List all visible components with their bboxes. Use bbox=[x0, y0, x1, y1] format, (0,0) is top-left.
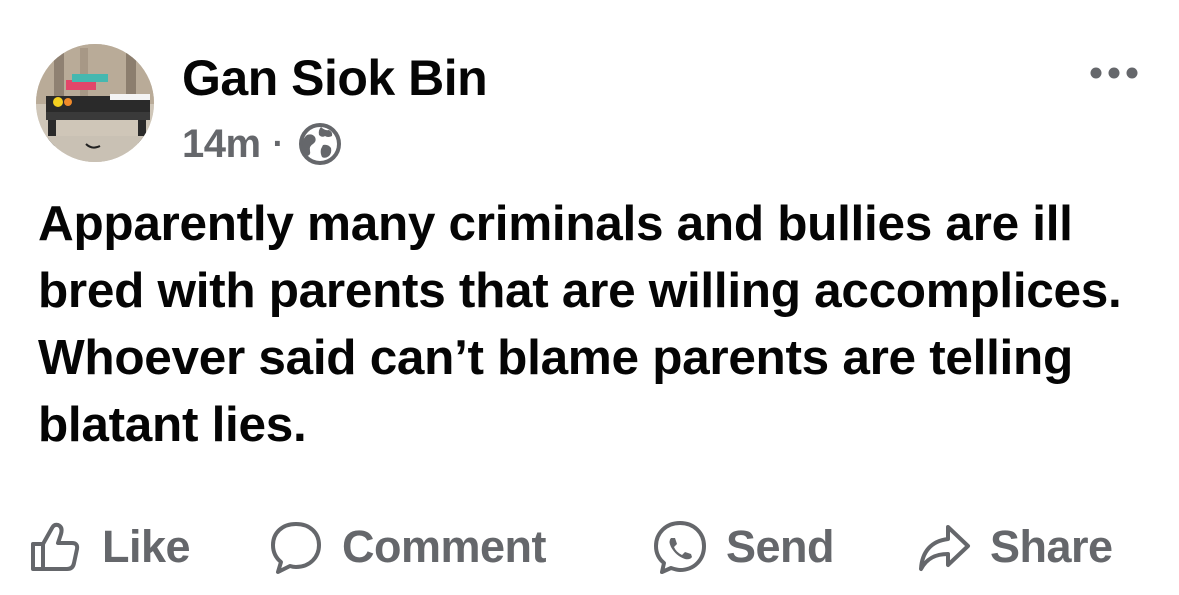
post-text: Apparently many criminals and bullies ar… bbox=[38, 196, 1122, 452]
comment-bubble-icon bbox=[268, 519, 324, 575]
more-options-icon[interactable] bbox=[1088, 62, 1140, 84]
post-timestamp[interactable]: 14m bbox=[182, 122, 261, 167]
post-meta: 14m · bbox=[182, 116, 343, 172]
thumbs-up-icon bbox=[28, 519, 84, 575]
meta-separator: · bbox=[272, 124, 284, 163]
messenger-icon bbox=[652, 519, 708, 575]
avatar[interactable] bbox=[36, 44, 154, 162]
share-button[interactable]: Share bbox=[916, 512, 1113, 582]
comment-label: Comment bbox=[342, 521, 547, 572]
share-label: Share bbox=[990, 521, 1113, 572]
send-button[interactable]: Send bbox=[652, 512, 835, 582]
share-arrow-icon bbox=[916, 519, 972, 575]
avatar-photo bbox=[36, 44, 154, 162]
globe-icon[interactable] bbox=[297, 121, 343, 167]
post-action-bar: Like Comment Send Share bbox=[0, 512, 1179, 582]
like-label: Like bbox=[102, 521, 191, 572]
like-button[interactable]: Like bbox=[28, 512, 191, 582]
send-label: Send bbox=[726, 521, 835, 572]
comment-button[interactable]: Comment bbox=[268, 512, 547, 582]
author-name[interactable]: Gan Siok Bin bbox=[182, 48, 488, 108]
